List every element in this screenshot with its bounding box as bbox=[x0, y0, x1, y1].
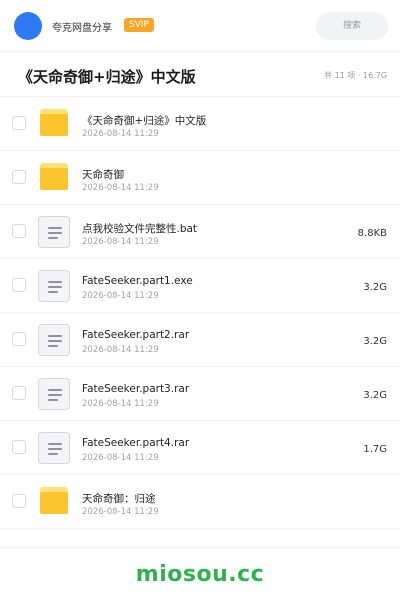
file-name: FateSeeker.part1.exe bbox=[82, 275, 193, 287]
file-name: 天命奇御：归途 bbox=[82, 493, 156, 505]
header-bar: 夸克网盘分享 SVIP 搜索 bbox=[0, 0, 400, 52]
file-row[interactable]: FateSeeker.part1.exe 2026-08-14 11:29 3.2G bbox=[0, 259, 400, 313]
select-checkbox[interactable] bbox=[12, 116, 26, 130]
file-date: 2026-08-14 11:29 bbox=[82, 345, 159, 355]
document-icon bbox=[37, 270, 71, 302]
file-date: 2026-08-14 11:29 bbox=[82, 183, 159, 193]
file-date: 2026-08-14 11:29 bbox=[82, 237, 159, 247]
select-checkbox[interactable] bbox=[12, 278, 26, 292]
file-row[interactable]: 天命奇御：归途 2026-08-14 11:29 bbox=[0, 475, 400, 529]
folder-icon bbox=[37, 162, 71, 194]
file-row[interactable]: 天命奇御 2026-08-14 11:29 bbox=[0, 151, 400, 205]
file-row[interactable]: 《天命奇御+归途》中文版 2026-08-14 11:29 bbox=[0, 97, 400, 151]
select-checkbox[interactable] bbox=[12, 440, 26, 454]
file-date: 2026-08-14 11:29 bbox=[82, 291, 159, 301]
select-checkbox[interactable] bbox=[12, 332, 26, 346]
avatar[interactable] bbox=[14, 12, 42, 40]
file-date: 2026-08-14 11:29 bbox=[82, 129, 159, 139]
select-checkbox[interactable] bbox=[12, 494, 26, 508]
folder-icon bbox=[37, 108, 71, 140]
search-button[interactable]: 搜索 bbox=[316, 12, 388, 40]
file-summary: 共 11 项 · 16.7G bbox=[324, 71, 387, 80]
file-size: 3.2G bbox=[363, 336, 387, 347]
file-name: FateSeeker.part2.rar bbox=[82, 329, 190, 341]
document-icon bbox=[37, 378, 71, 410]
footer-divider bbox=[0, 547, 400, 548]
folder-icon bbox=[37, 486, 71, 518]
file-date: 2026-08-14 11:29 bbox=[82, 507, 159, 517]
file-size: 3.2G bbox=[363, 282, 387, 293]
file-date: 2026-08-14 11:29 bbox=[82, 453, 159, 463]
file-name: FateSeeker.part4.rar bbox=[82, 437, 190, 449]
document-icon bbox=[37, 324, 71, 356]
vip-badge: SVIP bbox=[124, 18, 154, 32]
file-name: 天命奇御 bbox=[82, 169, 124, 181]
page-title: 《天命奇御+归途》中文版 bbox=[18, 68, 196, 86]
file-date: 2026-08-14 11:29 bbox=[82, 399, 159, 409]
select-checkbox[interactable] bbox=[12, 386, 26, 400]
file-name: 点我校验文件完整性.bat bbox=[82, 223, 198, 235]
file-row[interactable]: FateSeeker.part3.rar 2026-08-14 11:29 3.2G bbox=[0, 367, 400, 421]
file-name: FateSeeker.part3.rar bbox=[82, 383, 190, 395]
app-name: 夸克网盘分享 bbox=[52, 23, 112, 34]
site-watermark: miosou.cc bbox=[135, 562, 265, 587]
document-icon bbox=[37, 216, 71, 248]
file-list: 《天命奇御+归途》中文版 2026-08-14 11:29 天命奇御 2026-08-… bbox=[0, 97, 400, 529]
file-size: 8.8KB bbox=[357, 228, 387, 239]
file-name: 《天命奇御+归途》中文版 bbox=[82, 115, 207, 127]
file-row[interactable]: FateSeeker.part2.rar 2026-08-14 11:29 3.2G bbox=[0, 313, 400, 367]
file-row[interactable]: FateSeeker.part4.rar 2026-08-14 11:29 1.7G bbox=[0, 421, 400, 475]
title-bar: 《天命奇御+归途》中文版 共 11 项 · 16.7G bbox=[0, 53, 400, 97]
file-size: 3.2G bbox=[363, 390, 387, 401]
select-checkbox[interactable] bbox=[12, 170, 26, 184]
file-row[interactable]: 点我校验文件完整性.bat 2026-08-14 11:29 8.8KB bbox=[0, 205, 400, 259]
file-size: 1.7G bbox=[363, 444, 387, 455]
select-checkbox[interactable] bbox=[12, 224, 26, 238]
document-icon bbox=[37, 432, 71, 464]
